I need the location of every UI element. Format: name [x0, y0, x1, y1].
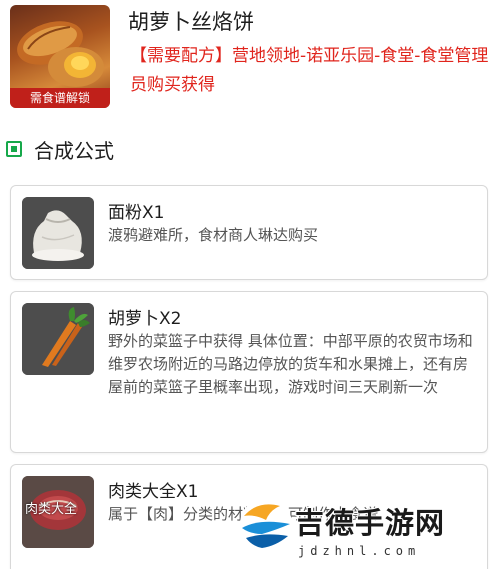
lock-badge: 需食谱解锁 — [10, 88, 110, 108]
site-watermark: 吉德手游网 jdzhnl.com — [232, 488, 500, 568]
site-logo-icon — [240, 498, 292, 550]
section-header: 合成公式 — [6, 134, 114, 164]
dish-header: 需食谱解锁 胡萝卜丝烙饼 【需要配方】营地领地-诺亚乐园-食堂-食堂管理员购买获… — [0, 0, 500, 118]
ingredient-source: 渡鸦避难所，食材商人琳达购买 — [108, 226, 319, 244]
recipe-source-text: 【需要配方】营地领地-诺亚乐园-食堂-食堂管理员购买获得 — [130, 46, 489, 95]
meat-icon-label: 肉类大全 — [25, 502, 78, 517]
ingredient-card-carrot[interactable]: 胡萝卜X2 野外的菜篮子中获得 具体位置：中部平原的农贸市场和维罗农场附近的马路… — [10, 291, 488, 453]
flour-sack-icon — [22, 197, 94, 269]
meat-icon: 肉类大全 — [22, 476, 94, 548]
section-title: 合成公式 — [34, 138, 114, 163]
carrot-icon — [22, 303, 94, 375]
watermark-url: jdzhnl.com — [298, 544, 421, 558]
dish-image: 需食谱解锁 — [10, 5, 110, 108]
ingredient-name: 面粉X1 — [108, 203, 165, 223]
ingredient-name: 肉类大全X1 — [108, 482, 199, 502]
dish-title: 胡萝卜丝烙饼 — [128, 10, 254, 34]
square-bullet-icon — [6, 141, 22, 157]
ingredient-name: 胡萝卜X2 — [108, 309, 182, 329]
ingredient-card-flour[interactable]: 面粉X1 渡鸦避难所，食材商人琳达购买 — [10, 185, 488, 280]
watermark-text: 吉德手游网 — [294, 505, 446, 541]
ingredient-source: 野外的菜篮子中获得 具体位置：中部平原的农贸市场和维罗农场附近的马路边停放的货车… — [108, 332, 473, 396]
